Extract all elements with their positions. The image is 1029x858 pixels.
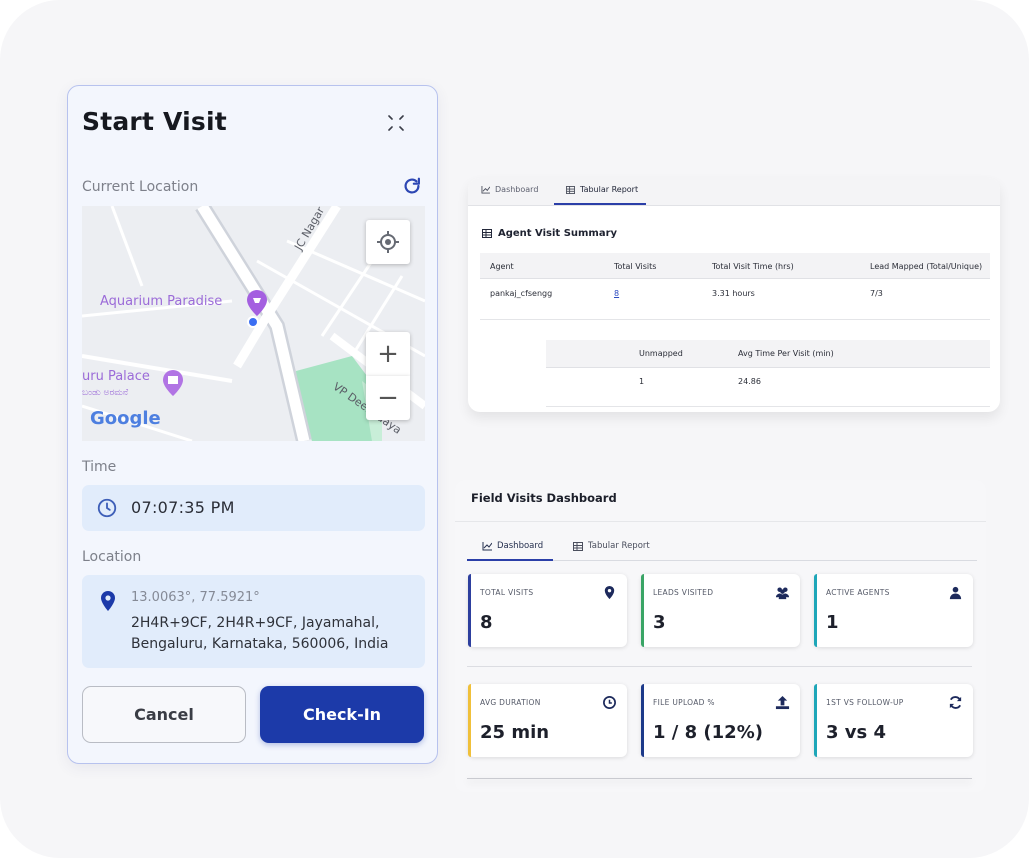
start-visit-title: Start Visit bbox=[82, 107, 227, 136]
zoom-in-button[interactable]: + bbox=[366, 332, 410, 376]
line-chart-icon bbox=[481, 185, 490, 194]
start-visit-card: Start Visit Current Location Aquarium Pa… bbox=[67, 85, 438, 764]
kpi-accent-bar bbox=[814, 574, 817, 647]
clock-icon bbox=[603, 696, 616, 709]
kpi-accent-bar bbox=[468, 684, 471, 757]
kpi-value: 8 bbox=[480, 612, 493, 633]
table-cell: 7/3 bbox=[870, 289, 883, 298]
summary-title-text: Agent Visit Summary bbox=[498, 228, 618, 239]
kpi-value: 3 vs 4 bbox=[826, 722, 887, 743]
table-row: 1 24.86 bbox=[546, 369, 990, 407]
users-icon bbox=[775, 587, 790, 600]
report-tab-bar: Dashboard Tabular Report bbox=[468, 178, 1000, 206]
kpi-avg-duration[interactable]: AVG DURATION 25 min bbox=[468, 684, 627, 757]
kpi-label: LEADS VISITED bbox=[653, 588, 714, 597]
location-label: Location bbox=[82, 549, 142, 565]
kpi-label: 1ST VS FOLLOW-UP bbox=[826, 698, 904, 707]
kpi-first-vs-followup[interactable]: 1ST VS FOLLOW-UP 3 vs 4 bbox=[814, 684, 973, 757]
table-cell: 1 bbox=[639, 377, 645, 386]
map-label-palace: uru Palace bbox=[82, 369, 150, 384]
kpi-label: ACTIVE AGENTS bbox=[826, 588, 890, 597]
time-value: 07:07:35 PM bbox=[131, 498, 235, 517]
table-row: pankaj_cfsengg 8 3.31 hours 7/3 bbox=[480, 280, 990, 320]
summary-table-header: Agent Total Visits Total Visit Time (hrs… bbox=[480, 253, 990, 279]
time-label: Time bbox=[82, 459, 117, 475]
total-visits-link[interactable]: 8 bbox=[614, 289, 619, 298]
tab-tabular-report[interactable]: Tabular Report bbox=[573, 541, 650, 551]
clock-icon bbox=[97, 498, 117, 518]
map-view[interactable]: Aquarium Paradise uru Palace ಬಂಡು ಅರಮನೆ … bbox=[82, 206, 425, 441]
stage-background: Start Visit Current Location Aquarium Pa… bbox=[0, 0, 1029, 858]
kpi-label: TOTAL VISITS bbox=[480, 588, 534, 597]
table-cell: 24.86 bbox=[738, 377, 761, 386]
kpi-value: 1 bbox=[826, 612, 839, 633]
check-in-button[interactable]: Check-In bbox=[260, 686, 424, 743]
place-marker-icon[interactable] bbox=[244, 288, 270, 318]
kpi-leads-visited[interactable]: LEADS VISITED 3 bbox=[641, 574, 800, 647]
tabular-report-card: Dashboard Tabular Report Agent Visit Sum… bbox=[468, 178, 1000, 412]
map-label-palace-local: ಬಂಡು ಅರಮನೆ bbox=[82, 388, 129, 398]
zoom-out-button[interactable]: − bbox=[366, 376, 410, 420]
tab-dashboard[interactable]: Dashboard bbox=[482, 541, 543, 551]
tab-dashboard[interactable]: Dashboard bbox=[481, 185, 538, 194]
field-visits-dashboard: Field Visits Dashboard Dashboard Tabular… bbox=[455, 480, 986, 792]
kpi-accent-bar bbox=[468, 574, 471, 647]
location-field: 13.0063°, 77.5921° 2H4R+9CF, 2H4R+9CF, J… bbox=[82, 575, 425, 668]
column-header: Lead Mapped (Total/Unique) bbox=[870, 262, 983, 271]
time-field: 07:07:35 PM bbox=[82, 485, 425, 531]
kpi-accent-bar bbox=[641, 574, 644, 647]
table-cell: pankaj_cfsengg bbox=[490, 289, 553, 298]
dashboard-title: Field Visits Dashboard bbox=[471, 491, 617, 505]
map-label-aquarium: Aquarium Paradise bbox=[100, 294, 223, 309]
current-location-label: Current Location bbox=[82, 179, 199, 195]
palace-marker-icon[interactable] bbox=[160, 368, 186, 398]
kpi-value: 25 min bbox=[480, 722, 550, 743]
map-pin-icon bbox=[101, 591, 115, 611]
expand-icon[interactable] bbox=[384, 111, 408, 135]
row-divider bbox=[467, 666, 972, 667]
cancel-button[interactable]: Cancel bbox=[82, 686, 246, 743]
summary-table2-header: Unmapped Avg Time Per Visit (min) bbox=[546, 340, 990, 368]
sync-icon bbox=[949, 696, 962, 709]
table-icon bbox=[566, 185, 575, 194]
refresh-icon[interactable] bbox=[401, 175, 423, 197]
dashboard-bottom-edge bbox=[467, 778, 972, 779]
upload-icon bbox=[775, 695, 790, 710]
divider bbox=[455, 521, 986, 522]
column-header: Avg Time Per Visit (min) bbox=[738, 349, 834, 358]
column-header: Unmapped bbox=[639, 349, 683, 358]
address: 2H4R+9CF, 2H4R+9CF, Jayamahal, Bengaluru… bbox=[131, 615, 389, 652]
table-icon bbox=[482, 229, 492, 238]
table-icon bbox=[573, 541, 583, 551]
kpi-label: FILE UPLOAD % bbox=[653, 698, 715, 707]
column-header: Total Visit Time (hrs) bbox=[712, 262, 794, 271]
active-tab-indicator bbox=[554, 203, 646, 205]
tab-label: Tabular Report bbox=[580, 185, 639, 194]
tab-label: Dashboard bbox=[495, 185, 539, 194]
tab-tabular-report[interactable]: Tabular Report bbox=[566, 185, 638, 194]
column-header: Agent bbox=[490, 262, 514, 271]
kpi-total-visits[interactable]: TOTAL VISITS 8 bbox=[468, 574, 627, 647]
kpi-accent-bar bbox=[641, 684, 644, 757]
kpi-active-agents[interactable]: ACTIVE AGENTS 1 bbox=[814, 574, 973, 647]
column-header: Total Visits bbox=[614, 262, 657, 271]
line-chart-icon bbox=[482, 541, 492, 550]
map-pin-icon bbox=[604, 585, 615, 600]
user-icon bbox=[949, 586, 962, 600]
crosshair-icon bbox=[377, 231, 399, 253]
kpi-value: 3 bbox=[653, 612, 666, 633]
kpi-value: 1 / 8 (12%) bbox=[653, 722, 763, 743]
kpi-label: AVG DURATION bbox=[480, 698, 541, 707]
tab-label: Tabular Report bbox=[588, 541, 650, 551]
kpi-file-upload[interactable]: FILE UPLOAD % 1 / 8 (12%) bbox=[641, 684, 800, 757]
my-location-button[interactable] bbox=[366, 220, 410, 264]
active-tab-indicator bbox=[467, 559, 553, 561]
current-location-dot bbox=[247, 316, 259, 328]
coordinates: 13.0063°, 77.5921° bbox=[131, 590, 260, 605]
google-logo: Google bbox=[90, 408, 161, 429]
tab-label: Dashboard bbox=[497, 541, 544, 551]
table-cell: 3.31 hours bbox=[712, 289, 755, 298]
kpi-accent-bar bbox=[814, 684, 817, 757]
agent-visit-summary-title: Agent Visit Summary bbox=[482, 228, 617, 239]
